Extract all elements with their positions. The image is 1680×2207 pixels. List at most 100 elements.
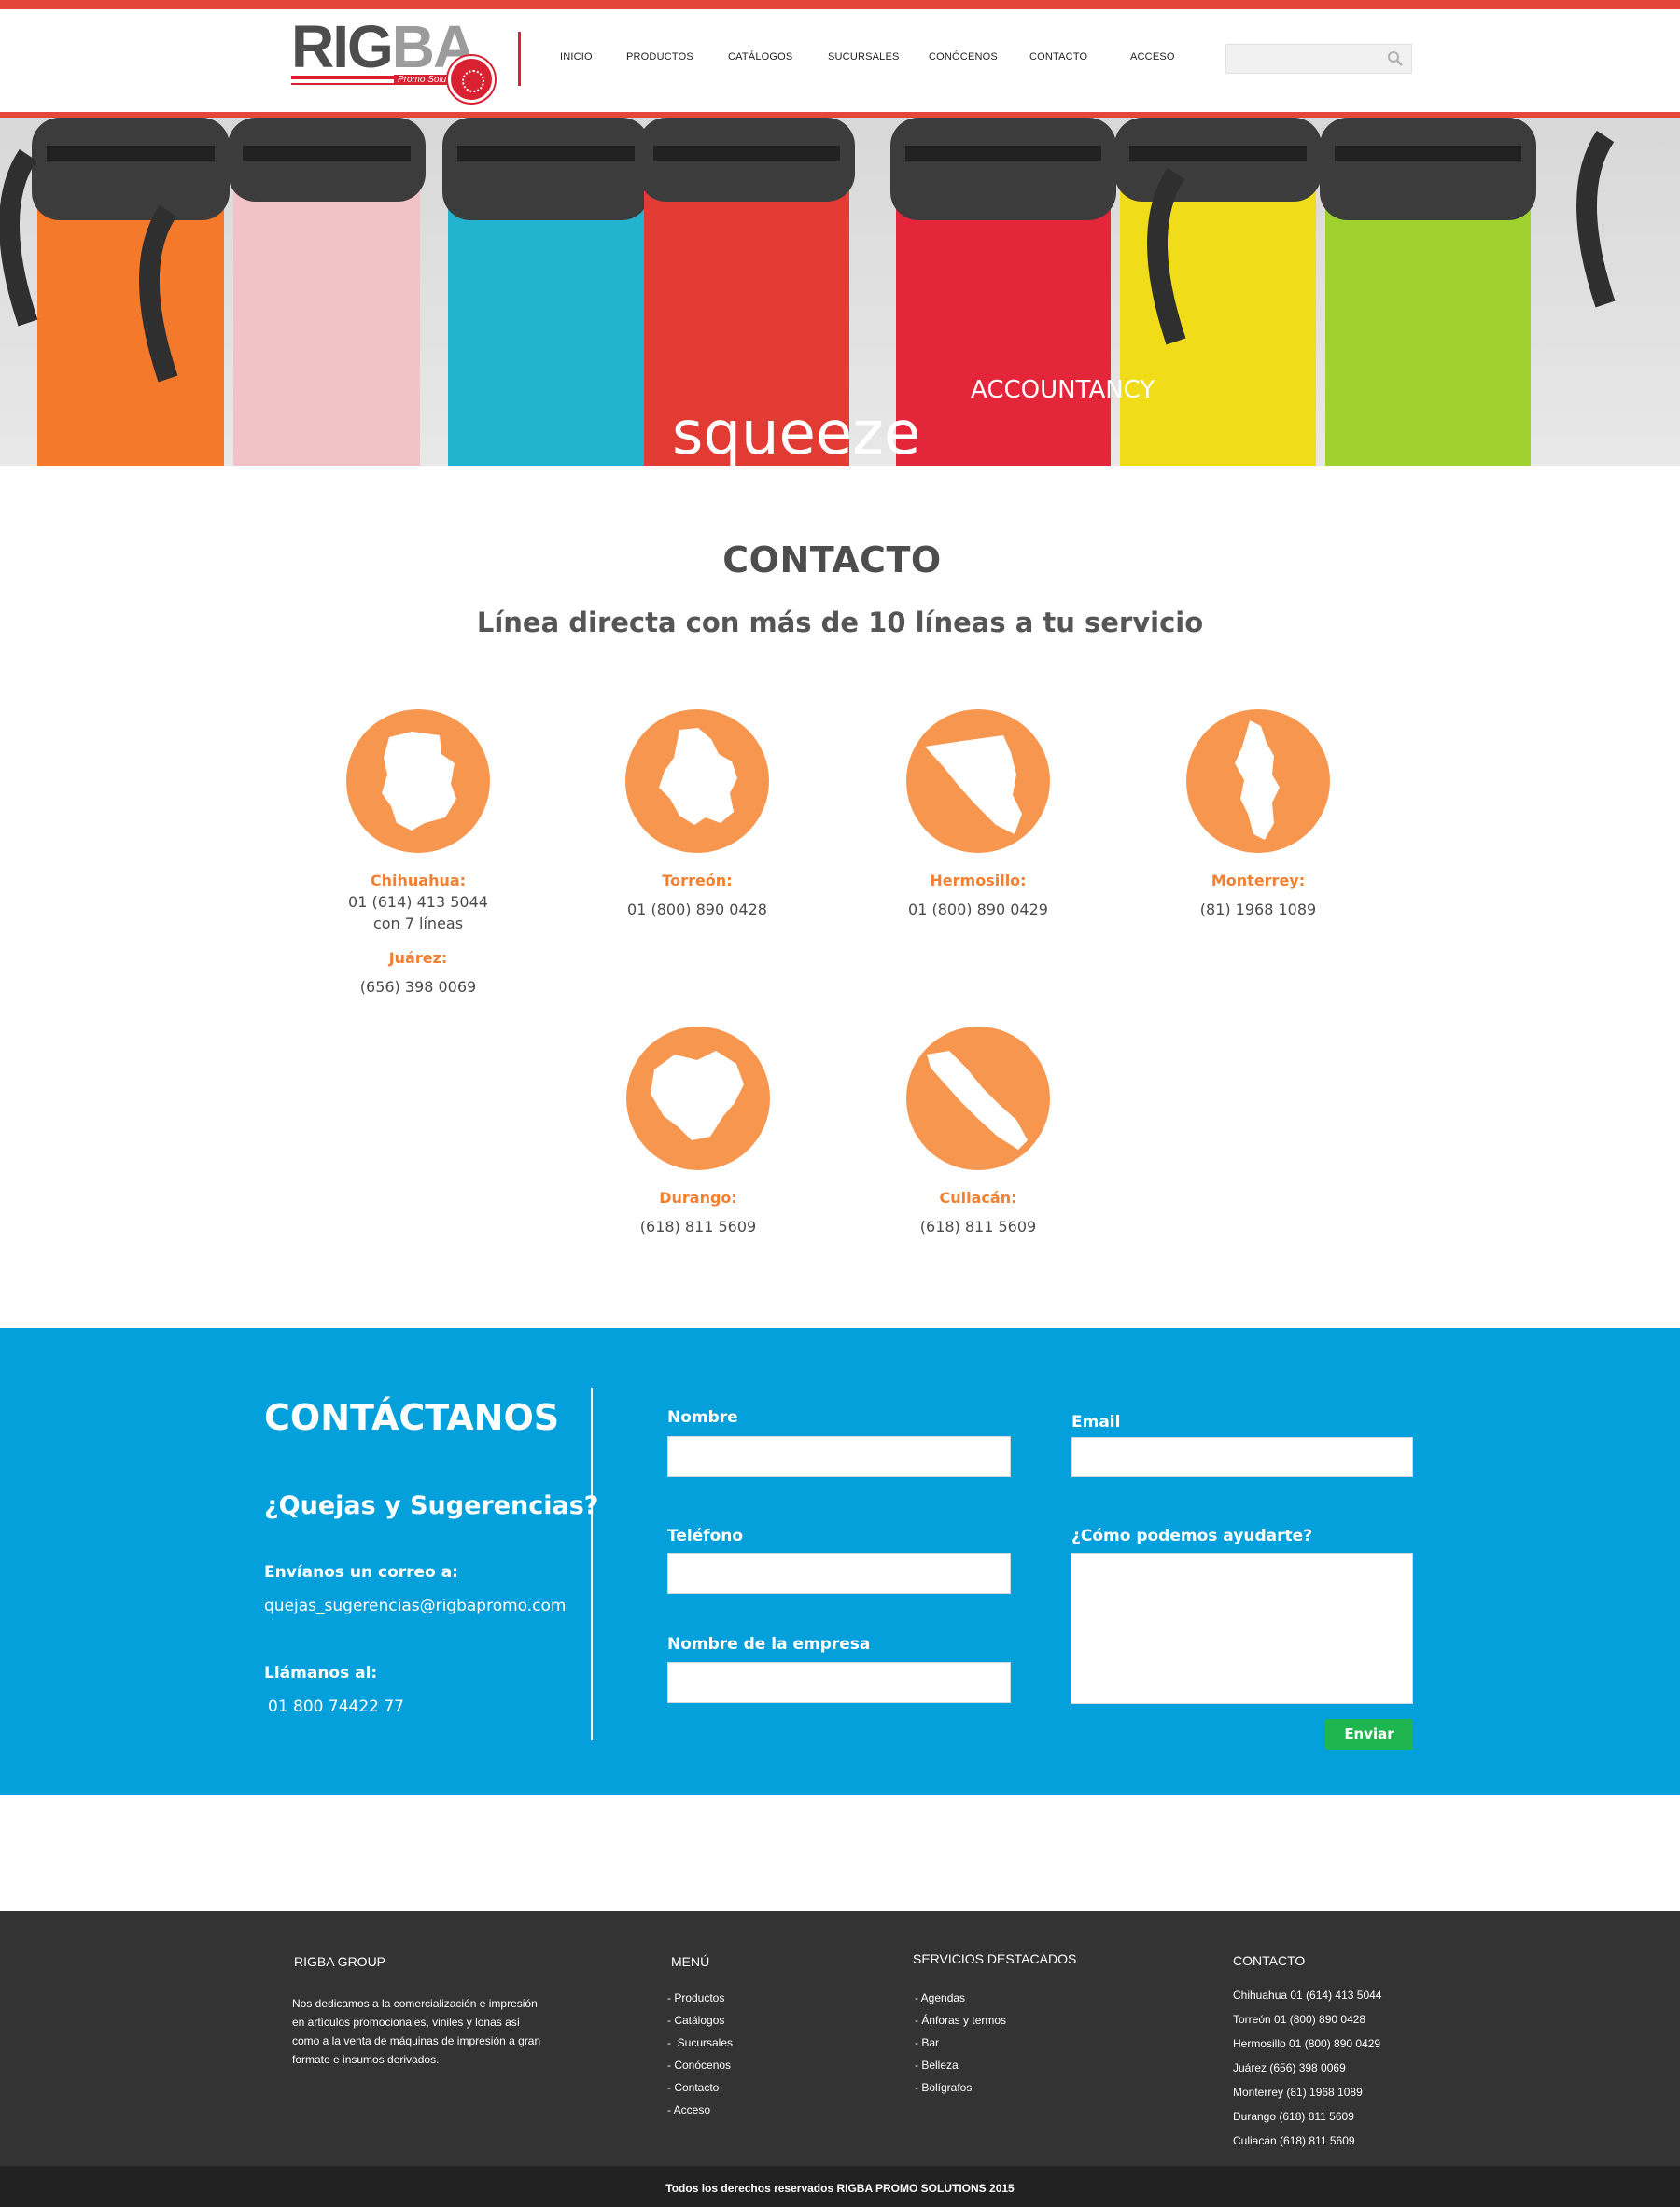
- branch-name: Chihuahua:: [370, 872, 467, 889]
- footer-about-line: formato e insumos derivados.: [292, 2053, 440, 2066]
- empresa-input[interactable]: [667, 1662, 1011, 1703]
- nombre-label: Nombre: [667, 1408, 738, 1427]
- telefono-label: Teléfono: [667, 1527, 744, 1545]
- top-accent-bar: [0, 0, 1680, 9]
- branch-hermosillo: Hermosillo: 01 (800) 890 0429: [866, 709, 1090, 918]
- nav-acceso[interactable]: ACCESO: [1130, 51, 1175, 63]
- nav-conocenos[interactable]: CONÓCENOS: [929, 51, 998, 63]
- complaints-email-link[interactable]: quejas_sugerencias@rigbapromo.com: [264, 1597, 567, 1615]
- coahuila-map-icon: [625, 709, 769, 853]
- email-field-label: Email: [1071, 1413, 1121, 1432]
- logo-seal-icon: [448, 56, 495, 103]
- page-subtitle: Línea directa con más de 10 líneas a tu …: [476, 607, 1204, 638]
- footer-service-belleza[interactable]: - Belleza: [915, 2054, 1006, 2076]
- durango-map-icon: [626, 1027, 770, 1170]
- footer-contact-title: CONTACTO: [1233, 1953, 1306, 1968]
- branch-phone: (618) 811 5609: [639, 1218, 757, 1236]
- branch-name: Durango:: [659, 1189, 737, 1207]
- mug-shape: [228, 118, 426, 466]
- nav-contacto[interactable]: CONTACTO: [1029, 51, 1087, 63]
- footer-service-boligrafos[interactable]: - Bolígrafos: [915, 2076, 1006, 2099]
- branch-durango: Durango: (618) 811 5609: [586, 1027, 810, 1236]
- branch-phone: 01 (614) 413 5044: [348, 893, 488, 911]
- chihuahua-map-icon: [346, 709, 490, 853]
- copyright: Todos los derechos reservados RIGBA PROM…: [665, 2182, 1015, 2195]
- mug-shape: [442, 118, 650, 466]
- complaints-phone: 01 800 74422 77: [268, 1697, 405, 1716]
- nav-inicio[interactable]: INICIO: [560, 51, 593, 63]
- form-section-title: CONTÁCTANOS: [264, 1397, 560, 1438]
- branch-torreon: Torreón: 01 (800) 890 0428: [585, 709, 809, 918]
- search-input[interactable]: [1226, 45, 1385, 73]
- sonora-map-icon: [906, 709, 1050, 853]
- nav-catalogos[interactable]: CATÁLOGOS: [728, 51, 792, 63]
- branch-phone: (81) 1968 1089: [1199, 901, 1317, 918]
- mug-shape: [1320, 118, 1536, 466]
- hero-brand-subtext: ACCOUNTANCY: [971, 376, 1155, 404]
- footer-contact-line: Hermosillo 01 (800) 890 0429: [1233, 2037, 1381, 2050]
- form-section-subtitle: ¿Quejas y Sugerencias?: [264, 1491, 599, 1520]
- footer-contact-line: Monterrey (81) 1968 1089: [1233, 2086, 1363, 2099]
- nuevo-leon-map-icon: [1186, 709, 1330, 853]
- branch-phone: (618) 811 5609: [919, 1218, 1037, 1236]
- site-logo[interactable]: RIGBA Promo Solutions: [291, 17, 497, 106]
- branch-monterrey: Monterrey: (81) 1968 1089: [1146, 709, 1370, 918]
- footer-link-acceso[interactable]: - Acceso: [667, 2099, 733, 2121]
- footer-about-line: como a la venta de máquinas de impresión…: [292, 2034, 541, 2047]
- footer-link-contacto[interactable]: - Contacto: [667, 2076, 733, 2099]
- footer-link-conocenos[interactable]: - Conócenos: [667, 2054, 733, 2076]
- footer-about-line: en artículos promocionales, viniles y lo…: [292, 2016, 521, 2029]
- search-box[interactable]: [1225, 44, 1412, 74]
- branch-culiacan: Culiacán: (618) 811 5609: [866, 1027, 1090, 1236]
- footer-service-anforas[interactable]: - Ánforas y termos: [915, 2009, 1006, 2032]
- footer-contact-line: Torreón 01 (800) 890 0428: [1233, 2013, 1366, 2026]
- hero-brand-text: squeeze: [672, 399, 920, 466]
- footer-link-catalogos[interactable]: - Catálogos: [667, 2009, 733, 2032]
- page-title: CONTACTO: [722, 539, 942, 580]
- submit-button[interactable]: Enviar: [1325, 1719, 1413, 1750]
- email-input[interactable]: [1071, 1437, 1413, 1477]
- branch-phone: 01 (800) 890 0429: [908, 901, 1048, 918]
- footer-services-title: SERVICIOS DESTACADOS: [913, 1951, 1077, 1966]
- branch-name: Torreón:: [662, 872, 733, 889]
- branch-chihuahua: Chihuahua: 01 (614) 413 5044 con 7 línea…: [306, 709, 530, 996]
- nombre-input[interactable]: [667, 1436, 1011, 1477]
- branch-name: Monterrey:: [1211, 872, 1306, 889]
- footer-service-agendas[interactable]: - Agendas: [915, 1987, 1006, 2009]
- footer-link-productos[interactable]: - Productos: [667, 1987, 733, 2009]
- empresa-label: Nombre de la empresa: [667, 1635, 871, 1654]
- footer-link-sucursales[interactable]: - Sucursales: [667, 2032, 733, 2054]
- branch-name: Hermosillo:: [930, 872, 1027, 889]
- branch-name-secondary: Juárez:: [388, 949, 448, 967]
- branch-name: Culiacán:: [939, 1189, 1017, 1207]
- footer-contact-line: Chihuahua 01 (614) 413 5044: [1233, 1989, 1382, 2002]
- form-divider: [591, 1388, 593, 1740]
- footer-contact-line: Durango (618) 811 5609: [1233, 2110, 1354, 2123]
- footer-about-line: Nos dedicamos a la comercialización e im…: [292, 1997, 538, 2010]
- footer-menu-title: MENÚ: [671, 1954, 710, 1969]
- mug-shape: [1114, 118, 1322, 466]
- hero-mugs-image: squeeze ACCOUNTANCY: [0, 118, 1616, 466]
- email-label: Envíanos un correo a:: [264, 1563, 458, 1582]
- branch-phone: 01 (800) 890 0428: [627, 901, 767, 918]
- footer-service-bar[interactable]: - Bar: [915, 2032, 1006, 2054]
- footer-contact-line: Culiacán (618) 811 5609: [1233, 2134, 1355, 2147]
- phone-label: Llámanos al:: [264, 1664, 378, 1683]
- footer-contact-line: Juárez (656) 398 0069: [1233, 2061, 1346, 2074]
- nav-productos[interactable]: PRODUCTOS: [626, 51, 693, 63]
- logo-text-primary: RIG: [291, 13, 394, 80]
- mug-shape: [890, 118, 1116, 466]
- footer-about-title: RIGBA GROUP: [294, 1954, 386, 1969]
- telefono-input[interactable]: [667, 1553, 1011, 1594]
- search-icon[interactable]: [1387, 50, 1404, 67]
- footer-services-list: - Agendas - Ánforas y termos - Bar - Bel…: [915, 1987, 1006, 2099]
- branch-phone-secondary: (656) 398 0069: [359, 978, 477, 996]
- branch-extra: con 7 líneas: [372, 915, 464, 932]
- hero-banner: squeeze ACCOUNTANCY: [0, 118, 1680, 466]
- footer-about-text: Nos dedicamos a la comercialización e im…: [292, 1994, 540, 2069]
- mug-shape: [32, 118, 230, 466]
- ayuda-label: ¿Cómo podemos ayudarte?: [1071, 1527, 1312, 1545]
- nav-sucursales[interactable]: SUCURSALES: [828, 51, 900, 63]
- message-textarea[interactable]: [1071, 1553, 1413, 1704]
- site-footer: [0, 1911, 1680, 2166]
